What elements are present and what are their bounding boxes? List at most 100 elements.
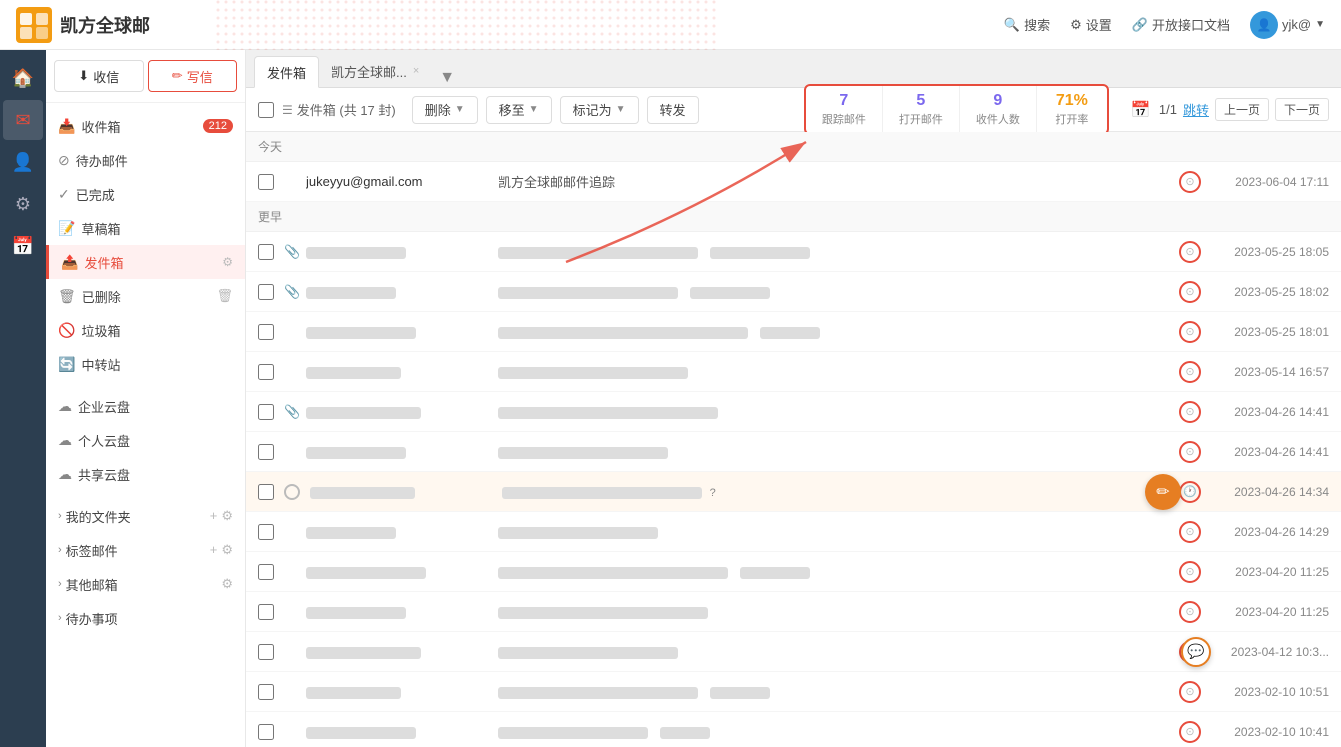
email-checkbox[interactable] — [258, 524, 274, 540]
delete-button[interactable]: 删除 ▼ — [412, 96, 478, 124]
inbox-badge: 212 — [203, 119, 233, 133]
open-count: 5 — [916, 92, 925, 110]
deleted-icon: 🗑 — [58, 288, 76, 305]
sent-settings-icon[interactable]: ⚙ — [222, 255, 233, 269]
email-checkbox[interactable] — [258, 444, 274, 460]
sidebar-item-cloud-enterprise[interactable]: ☁ 企业云盘 — [46, 389, 245, 423]
prev-page-button[interactable]: 上一页 — [1215, 98, 1269, 121]
calendar-icon[interactable]: 📅 — [1129, 98, 1153, 122]
email-sender: sender — [306, 444, 486, 459]
delete-icon-btn[interactable]: 🗑 — [216, 288, 233, 304]
table-row[interactable]: sender subject content text here ⊙ 2023-… — [246, 592, 1341, 632]
next-page-button[interactable]: 下一页 — [1275, 98, 1329, 121]
email-checkbox[interactable] — [258, 284, 274, 300]
track-status-icon: ⊙ — [1179, 721, 1201, 743]
api-docs-action[interactable]: 🔗 开放接口文档 — [1132, 15, 1230, 34]
email-subject: subject text here content — [486, 644, 1179, 659]
forward-btn-label: 转发 — [660, 100, 686, 119]
email-date: 2023-04-26 14:41 — [1209, 405, 1329, 419]
email-checkbox[interactable] — [258, 484, 274, 500]
settings-action[interactable]: ⚙ 设置 — [1070, 15, 1112, 34]
tab-dropdown[interactable]: ▼ — [431, 69, 463, 87]
other-settings-icon[interactable]: ⚙ — [221, 576, 233, 592]
table-row[interactable]: sender name subject text here content 💬 … — [246, 632, 1341, 672]
sidebar-item-deleted[interactable]: 🗑 已删除 🗑 — [46, 279, 245, 313]
email-subject: subject content text — [486, 524, 1179, 539]
chat-button[interactable]: 💬 — [1181, 637, 1211, 667]
sidebar-item-done[interactable]: ✓ 已完成 — [46, 177, 245, 211]
stat-open: 5 打开邮件 — [883, 86, 960, 133]
edit-draft-button[interactable]: ✏ — [1145, 474, 1181, 510]
receive-button[interactable]: ⬇ 收信 — [54, 60, 144, 92]
email-checkbox[interactable] — [258, 324, 274, 340]
icon-home[interactable]: 🏠 — [3, 58, 43, 98]
table-row[interactable]: sender name subject text content here lo… — [246, 552, 1341, 592]
sidebar-item-pending[interactable]: ⊘ 待办邮件 — [46, 143, 245, 177]
folder-settings-icon[interactable]: ⚙ — [221, 508, 233, 524]
email-checkbox[interactable] — [258, 404, 274, 420]
sidebar-expandable-other[interactable]: › 其他邮箱 ⚙ — [46, 567, 245, 601]
email-checkbox[interactable] — [258, 644, 274, 660]
table-row[interactable]: sender subject content text ⊙ 2023-04-26… — [246, 512, 1341, 552]
delete-btn-label: 删除 — [425, 100, 451, 119]
open-rate-label: 打开率 — [1055, 111, 1088, 127]
sidebar-item-trash[interactable]: 🚫 垃圾箱 — [46, 313, 245, 347]
icon-settings[interactable]: ⚙ — [3, 184, 43, 224]
tab-close-icon[interactable]: × — [413, 65, 419, 77]
icon-mail[interactable]: ✉ — [3, 100, 43, 140]
tab-sent[interactable]: 发件箱 — [254, 56, 319, 88]
select-all-checkbox[interactable] — [258, 102, 274, 118]
email-date: 2023-04-12 10:3... — [1209, 645, 1329, 659]
email-checkbox[interactable] — [258, 364, 274, 380]
email-checkbox[interactable] — [258, 564, 274, 580]
email-checkbox[interactable] — [258, 724, 274, 740]
sidebar-item-inbox[interactable]: 📥 收件箱 212 — [46, 109, 245, 143]
add-folder-icon[interactable]: + — [210, 508, 218, 524]
email-checkbox[interactable] — [258, 604, 274, 620]
sidebar-item-sent[interactable]: 📤 发件箱 ⚙ — [46, 245, 245, 279]
icon-contacts[interactable]: 👤 — [3, 142, 43, 182]
tag-settings-icon[interactable]: ⚙ — [221, 542, 233, 558]
search-action[interactable]: 🔍 搜索 — [1004, 15, 1050, 34]
sidebar-expandable-tagged[interactable]: › 标签邮件 + ⚙ — [46, 533, 245, 567]
add-tag-icon[interactable]: + — [210, 542, 218, 558]
earlier-label: 更早 — [258, 210, 282, 224]
table-row[interactable]: sender name long subject content text he… — [246, 312, 1341, 352]
mark-button[interactable]: 标记为 ▼ — [560, 96, 639, 124]
icon-calendar[interactable]: 📅 — [3, 226, 43, 266]
sidebar-expandable-my-folders[interactable]: › 我的文件夹 + ⚙ — [46, 499, 245, 533]
attachment-icon: 📎 — [284, 284, 300, 300]
table-row[interactable]: 📎 sender subject content text more ⊙ 202… — [246, 272, 1341, 312]
search-icon: 🔍 — [1004, 17, 1020, 33]
table-row[interactable]: sender subject content text ⊙ 2023-05-14… — [246, 352, 1341, 392]
compose-button[interactable]: ✏ 写信 — [148, 60, 238, 92]
chevron-right-icon: › — [58, 510, 62, 522]
forward-button[interactable]: 转发 — [647, 96, 699, 124]
jump-link[interactable]: 跳转 — [1183, 100, 1209, 119]
table-row[interactable]: sender subject content text here ⊙ 2023-… — [246, 432, 1341, 472]
sidebar-item-draft[interactable]: 📝 草稿箱 — [46, 211, 245, 245]
email-date: 2023-02-10 10:51 — [1209, 685, 1329, 699]
tab-kaifang[interactable]: 凯方全球邮... × — [319, 55, 431, 87]
logo-area: 凯方全球邮 — [16, 7, 216, 43]
user-menu[interactable]: 👤 yjk@ ▼ — [1250, 11, 1325, 39]
sidebar-item-transit[interactable]: 🔄 中转站 — [46, 347, 245, 381]
logo-icon — [16, 7, 52, 43]
email-checkbox[interactable] — [258, 174, 274, 190]
track-status-orange-icon: 🕐 — [1179, 481, 1201, 503]
sidebar-expandable-todo[interactable]: › 待办事项 — [46, 601, 245, 635]
move-button[interactable]: 移至 ▼ — [486, 96, 552, 124]
table-row[interactable]: jukeyyu@gmail.com 凯方全球邮邮件追踪 ⊙ 2023-06-04… — [246, 162, 1341, 202]
email-checkbox[interactable] — [258, 244, 274, 260]
gear-icon: ⚙ — [1070, 17, 1082, 33]
table-row[interactable]: 📎 sender name here subject content text … — [246, 392, 1341, 432]
table-row[interactable]: 📎 sender subject text here longer conten… — [246, 232, 1341, 272]
sidebar-item-cloud-shared[interactable]: ☁ 共享云盘 — [46, 457, 245, 491]
table-row[interactable]: sender name subject text here more ⊙ 202… — [246, 712, 1341, 747]
email-checkbox[interactable] — [258, 684, 274, 700]
track-label: 跟踪邮件 — [822, 111, 866, 127]
track-status-icon: ⊙ — [1179, 241, 1201, 263]
sidebar-item-cloud-personal[interactable]: ☁ 个人云盘 — [46, 423, 245, 457]
table-row[interactable]: sender subject content text here longer … — [246, 672, 1341, 712]
table-row[interactable]: sender subject content text here ? ✏ 🕐 2… — [246, 472, 1341, 512]
